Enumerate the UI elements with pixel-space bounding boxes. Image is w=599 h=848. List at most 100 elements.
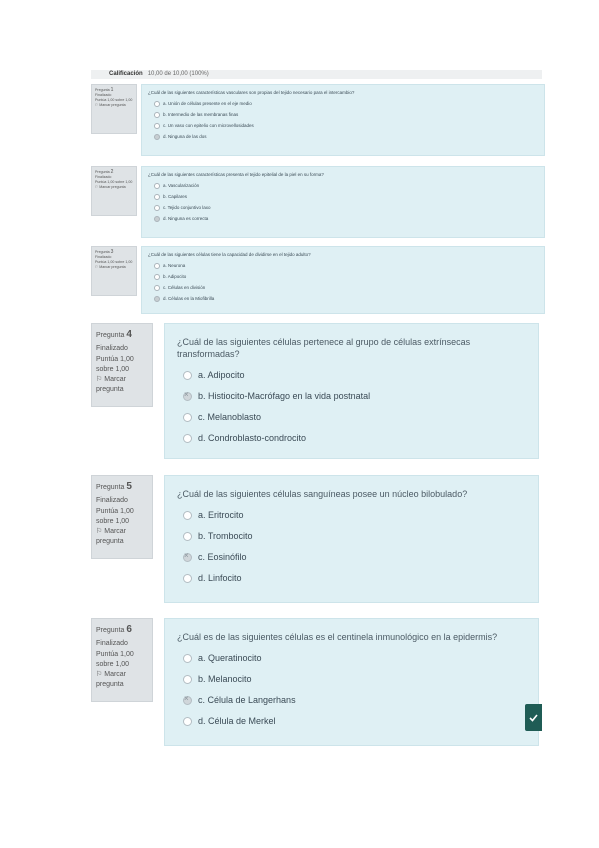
question-5: Pregunta 5 Finalizado Puntúa 1,00 sobre … bbox=[91, 475, 545, 603]
option-label: b. Capilares bbox=[163, 194, 188, 199]
radio-button[interactable] bbox=[183, 370, 192, 380]
question-status: Finalizado bbox=[96, 640, 128, 647]
question-score: Puntúa 1,00 sobre 1,00 bbox=[96, 651, 134, 668]
option-label: c. Células en división bbox=[163, 285, 206, 290]
option-label: b. Intermedio de las membranas finas bbox=[163, 112, 239, 117]
answer-option[interactable]: d. Condroblasto-condrocito bbox=[183, 432, 526, 444]
question-label: Pregunta bbox=[95, 170, 110, 174]
grade-label: Calificación bbox=[109, 71, 143, 77]
flag-label: Marcar pregunta bbox=[99, 185, 126, 189]
option-label: c. Eosinófilo bbox=[198, 552, 247, 562]
option-label: b. Trombocito bbox=[198, 531, 253, 541]
question-number: 6 bbox=[126, 624, 132, 635]
answer-option[interactable]: c. Melanoblasto bbox=[183, 411, 526, 423]
question-label: Pregunta bbox=[95, 250, 110, 254]
radio-button[interactable] bbox=[154, 101, 160, 107]
answer-option[interactable]: a. Unión de células presente en el eje m… bbox=[154, 101, 538, 107]
flag-icon: ⚐ bbox=[96, 671, 103, 678]
radio-button[interactable] bbox=[154, 123, 160, 129]
flag-icon: ⚐ bbox=[96, 528, 103, 535]
radio-button[interactable] bbox=[154, 205, 160, 211]
answer-option[interactable]: d. Célula de Merkel bbox=[183, 715, 526, 727]
answer-option[interactable]: a. Queratinocito bbox=[183, 652, 526, 664]
question-text: ¿Cuál de las siguientes células pertenec… bbox=[177, 337, 471, 359]
radio-button[interactable] bbox=[183, 653, 192, 663]
answer-option[interactable]: b. Adipocito bbox=[154, 274, 538, 280]
option-label: a. Vascularización bbox=[163, 183, 200, 188]
flag-question-link[interactable]: ⚐ Marcar pregunta bbox=[96, 670, 148, 690]
flag-question-link[interactable]: ⚐ Marcar pregunta bbox=[95, 185, 133, 190]
flag-icon: ⚐ bbox=[95, 265, 99, 269]
answer-option[interactable]: a. Eritrocito bbox=[183, 509, 526, 521]
answer-option[interactable]: d. Ninguna de las dos bbox=[154, 134, 538, 140]
radio-button[interactable] bbox=[154, 183, 160, 189]
option-label: d. Linfocito bbox=[198, 573, 242, 583]
question-label: Pregunta bbox=[95, 88, 110, 92]
radio-button[interactable] bbox=[183, 716, 192, 726]
question-info: Pregunta 5 Finalizado Puntúa 1,00 sobre … bbox=[91, 475, 153, 559]
radio-button-selected[interactable] bbox=[154, 296, 160, 302]
radio-button[interactable] bbox=[183, 412, 192, 422]
question-text: ¿Cuál de las siguientes características … bbox=[148, 172, 324, 177]
flag-question-link[interactable]: ⚐ Marcar pregunta bbox=[96, 527, 148, 547]
answer-option[interactable]: b. Capilares bbox=[154, 194, 538, 200]
radio-button[interactable] bbox=[183, 674, 192, 684]
question-content: ¿Cuál de las siguientes características … bbox=[141, 166, 545, 238]
question-info: Pregunta 4 Finalizado Puntúa 1,00 sobre … bbox=[91, 323, 153, 407]
radio-button[interactable] bbox=[154, 194, 160, 200]
radio-button-selected[interactable] bbox=[183, 550, 192, 562]
option-label: c. Melanoblasto bbox=[198, 412, 262, 422]
radio-button[interactable] bbox=[183, 531, 192, 541]
radio-button-selected[interactable] bbox=[183, 389, 192, 401]
answer-option[interactable]: c. Células en división bbox=[154, 285, 538, 291]
radio-button[interactable] bbox=[154, 112, 160, 118]
option-label: a. Neurona bbox=[163, 263, 186, 268]
option-label: a. Unión de células presente en el eje m… bbox=[163, 101, 252, 106]
grade-value: 10,00 de 10,00 (100%) bbox=[147, 71, 209, 77]
answer-option[interactable]: b. Histiocito-Macrófago en la vida postn… bbox=[183, 389, 526, 402]
option-label: a. Eritrocito bbox=[198, 510, 244, 520]
answer-option[interactable]: c. Célula de Langerhans bbox=[183, 693, 526, 706]
radio-button-selected[interactable] bbox=[183, 693, 192, 705]
radio-button[interactable] bbox=[154, 285, 160, 291]
question-info: Pregunta 2 Finalizado Puntúa 1,00 sobre … bbox=[91, 166, 137, 216]
answer-option[interactable]: a. Vascularización bbox=[154, 183, 538, 189]
radio-button[interactable] bbox=[154, 274, 160, 280]
question-number: 4 bbox=[126, 329, 132, 340]
radio-button-selected[interactable] bbox=[154, 216, 160, 222]
answer-option[interactable]: d. Linfocito bbox=[183, 572, 526, 584]
question-info: Pregunta 6 Finalizado Puntúa 1,00 sobre … bbox=[91, 618, 153, 702]
side-panel-button[interactable] bbox=[525, 704, 542, 731]
answer-option[interactable]: d. Ninguna es correcta bbox=[154, 216, 538, 222]
flag-question-link[interactable]: ⚐ Marcar pregunta bbox=[96, 375, 148, 395]
question-info: Pregunta 3 Finalizado Puntúa 1,00 sobre … bbox=[91, 246, 137, 296]
radio-button[interactable] bbox=[183, 573, 192, 583]
question-content: ¿Cuál de las siguientes células pertenec… bbox=[164, 323, 539, 459]
option-label: d. Ninguna es correcta bbox=[163, 216, 209, 221]
radio-button[interactable] bbox=[183, 433, 192, 443]
answer-option[interactable]: c. Eosinófilo bbox=[183, 550, 526, 563]
option-label: b. Histiocito-Macrófago en la vida postn… bbox=[198, 391, 371, 401]
radio-button[interactable] bbox=[183, 510, 192, 520]
option-label: b. Adipocito bbox=[163, 274, 187, 279]
answer-option[interactable]: b. Intermedio de las membranas finas bbox=[154, 112, 538, 118]
radio-button[interactable] bbox=[154, 263, 160, 269]
answer-option[interactable]: a. Adipocito bbox=[183, 369, 526, 381]
flag-question-link[interactable]: ⚐ Marcar pregunta bbox=[95, 265, 133, 270]
answer-option[interactable]: a. Neurona bbox=[154, 263, 538, 269]
answer-option[interactable]: d. Células en la Miofibrilla bbox=[154, 296, 538, 302]
question-text: ¿Cuál de las siguientes características … bbox=[148, 90, 355, 95]
question-content: ¿Cuál de las siguientes células tiene la… bbox=[141, 246, 545, 314]
answer-option[interactable]: c. Un vaso con epitelio con microvellosi… bbox=[154, 123, 538, 129]
option-label: c. Un vaso con epitelio con microvellosi… bbox=[163, 123, 254, 128]
question-text: ¿Cuál es de las siguientes células es el… bbox=[177, 632, 498, 642]
question-6: Pregunta 6 Finalizado Puntúa 1,00 sobre … bbox=[91, 618, 545, 746]
radio-button-selected[interactable] bbox=[154, 134, 160, 140]
flag-question-link[interactable]: ⚐ Marcar pregunta bbox=[95, 103, 133, 108]
answer-option[interactable]: b. Melanocito bbox=[183, 673, 526, 685]
answer-option[interactable]: c. Tejido conjuntivo laxo bbox=[154, 205, 538, 211]
question-content: ¿Cuál de las siguientes características … bbox=[141, 84, 545, 156]
answer-option[interactable]: b. Trombocito bbox=[183, 530, 526, 542]
flag-icon: ⚐ bbox=[95, 185, 99, 189]
option-label: d. Células en la Miofibrilla bbox=[163, 296, 215, 301]
